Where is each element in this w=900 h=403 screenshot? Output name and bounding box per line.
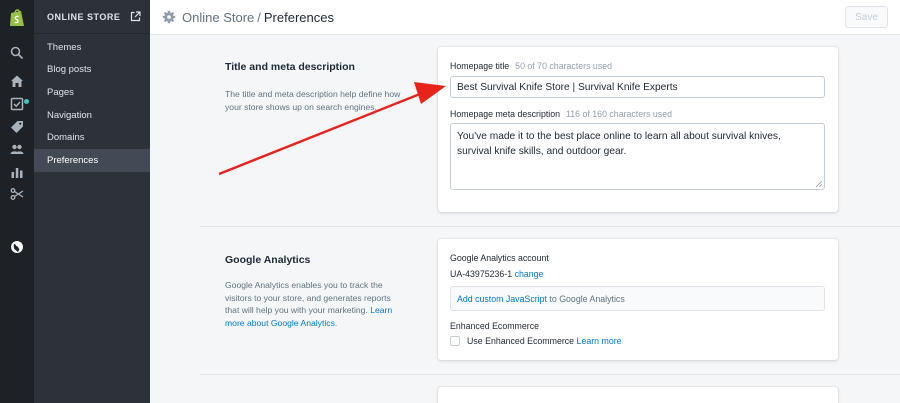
top-bar: Online Store / Preferences Save: [150, 0, 900, 35]
gear-icon: [162, 10, 176, 24]
add-custom-javascript-link[interactable]: Add custom JavaScript: [457, 294, 547, 304]
section-title-meta: Title and meta description: [225, 61, 355, 73]
search-icon[interactable]: [9, 45, 25, 61]
orders-icon[interactable]: [9, 96, 25, 112]
analytics-description-period: .: [334, 317, 338, 328]
meta-description-char-count: 116 of 160 characters used: [566, 109, 672, 119]
home-icon[interactable]: [9, 73, 25, 89]
sidebar-item-domains[interactable]: Domains: [34, 126, 150, 149]
breadcrumb-separator: /: [257, 9, 261, 25]
globe-icon[interactable]: [9, 239, 25, 255]
sidebar-item-preferences[interactable]: Preferences: [34, 148, 150, 172]
analytics-account-label: Google Analytics account: [450, 253, 549, 263]
section-title-analytics: Google Analytics: [225, 254, 311, 266]
customers-icon[interactable]: [9, 141, 25, 157]
resize-handle-icon[interactable]: [816, 181, 822, 187]
page-title: Preferences: [263, 9, 334, 25]
section-desc-analytics: Google Analytics enables you to track th…: [225, 279, 405, 329]
meta-description-textarea[interactable]: You've made it to the best place online …: [450, 123, 825, 190]
homepage-title-value: Best Survival Knife Store | Survival Kni…: [457, 81, 678, 93]
discounts-icon[interactable]: [9, 186, 25, 202]
save-button[interactable]: Save: [845, 6, 888, 28]
sidebar-item-blog-posts[interactable]: Blog posts: [34, 59, 150, 82]
meta-description-label: Homepage meta description 116 of 160 char…: [450, 109, 672, 119]
sidebar-item-label: Pages: [47, 86, 74, 98]
homepage-title-label: Homepage title 50 of 70 characters used: [450, 61, 612, 71]
sidebar-item-label: Navigation: [47, 109, 92, 121]
enhanced-ecommerce-learn-more-link[interactable]: Learn more: [577, 336, 622, 346]
analytics-description-text: Google Analytics enables you to track th…: [225, 280, 391, 316]
meta-card: Homepage title 50 of 70 characters used B…: [438, 47, 838, 212]
sidebar-item-label: Preferences: [47, 154, 99, 166]
change-account-link[interactable]: change: [515, 269, 544, 279]
sidebar-item-navigation[interactable]: Navigation: [34, 104, 150, 127]
sidebar-title: ONLINE STORE: [47, 11, 121, 22]
enhanced-ecommerce-option: Use Enhanced Ecommerce Learn more: [467, 336, 622, 346]
next-section-card: [438, 387, 838, 403]
enhanced-ecommerce-checkbox[interactable]: [450, 336, 460, 346]
enhanced-ecommerce-label: Enhanced Ecommerce: [450, 321, 539, 331]
sidebar-item-label: Blog posts: [47, 64, 92, 76]
sidebar-item-label: Themes: [47, 41, 82, 53]
meta-description-label-text: Homepage meta description: [450, 109, 561, 119]
analytics-card: Google Analytics account UA-43975236-1 c…: [438, 239, 838, 360]
section-divider: [200, 226, 900, 227]
breadcrumb-online-store[interactable]: Online Store: [182, 10, 254, 25]
section-desc-meta: The title and meta description help defi…: [225, 89, 401, 112]
shopify-logo[interactable]: [8, 8, 26, 28]
sidebar-header: ONLINE STORE: [34, 0, 150, 34]
sidebar-item-pages[interactable]: Pages: [34, 81, 150, 104]
custom-javascript-box: Add custom JavaScript to Google Analytic…: [450, 286, 825, 311]
add-custom-javascript-suffix: to Google Analytics: [549, 293, 625, 304]
enhanced-ecommerce-checkbox-label[interactable]: Use Enhanced Ecommerce: [467, 336, 574, 346]
reports-icon[interactable]: [9, 164, 25, 180]
analytics-account-id: UA-43975236-1: [450, 269, 513, 279]
homepage-title-label-text: Homepage title: [450, 61, 510, 71]
sidebar: ONLINE STORE Themes Blog posts Pages Nav…: [34, 0, 150, 403]
homepage-title-char-count: 50 of 70 characters used: [515, 61, 612, 71]
meta-description-value: You've made it to the best place online …: [457, 131, 781, 157]
tag-icon[interactable]: [9, 119, 25, 135]
analytics-account: UA-43975236-1 change: [450, 269, 543, 279]
sidebar-item-label: Domains: [47, 132, 85, 144]
notification-dot: [24, 99, 29, 104]
sidebar-item-themes[interactable]: Themes: [34, 36, 150, 59]
external-link-icon[interactable]: [130, 11, 141, 22]
homepage-title-input[interactable]: Best Survival Knife Store | Survival Kni…: [450, 76, 825, 98]
icon-rail: [0, 0, 34, 403]
section-divider: [200, 374, 900, 375]
